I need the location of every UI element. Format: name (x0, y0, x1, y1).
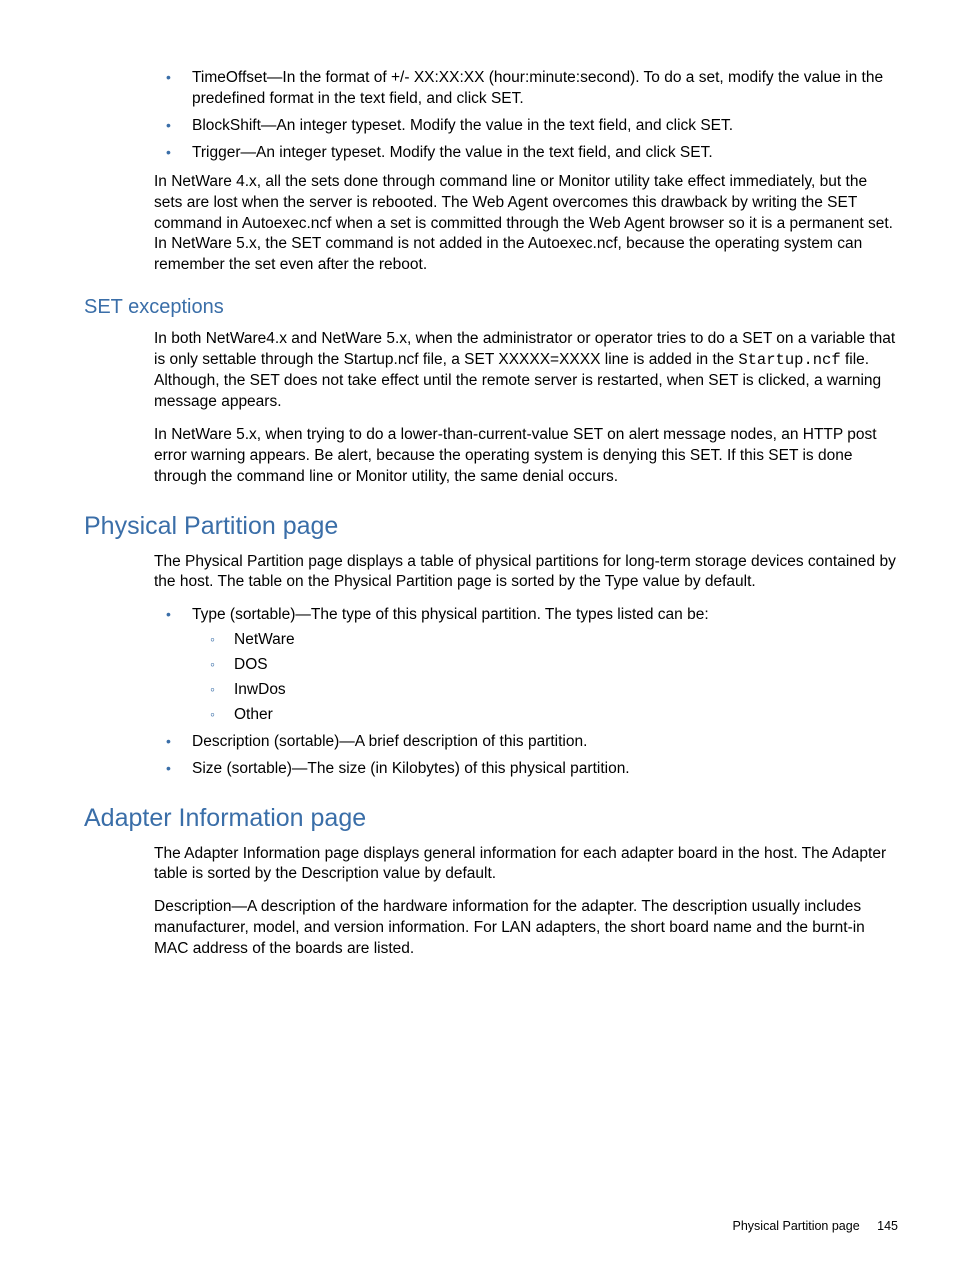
mono-text: Startup.ncf (738, 351, 840, 369)
list-item: Type (sortable)—The type of this physica… (154, 605, 898, 726)
list-item: Size (sortable)—The size (in Kilobytes) … (154, 759, 898, 780)
page-footer: Physical Partition page 145 (733, 1218, 899, 1235)
top-bullet-list: TimeOffset—In the format of +/- XX:XX:XX… (154, 68, 898, 164)
adapter-info-p2: Description—A description of the hardwar… (154, 897, 898, 960)
set-exceptions-p2: In NetWare 5.x, when trying to do a lowe… (154, 425, 898, 488)
adapter-info-heading: Adapter Information page (84, 802, 898, 836)
footer-title: Physical Partition page (733, 1219, 860, 1233)
set-exceptions-heading: SET exceptions (84, 294, 898, 321)
list-item: BlockShift—An integer typeset. Modify th… (154, 116, 898, 137)
list-item: Description (sortable)—A brief descripti… (154, 732, 898, 753)
physical-partition-heading: Physical Partition page (84, 510, 898, 544)
netware-paragraph: In NetWare 4.x, all the sets done throug… (154, 172, 898, 277)
list-item: Trigger—An integer typeset. Modify the v… (154, 143, 898, 164)
physical-partition-list: Type (sortable)—The type of this physica… (154, 605, 898, 779)
page-body: TimeOffset—In the format of +/- XX:XX:XX… (84, 68, 898, 960)
list-item: Other (192, 705, 898, 726)
list-item: NetWare (192, 630, 898, 651)
list-item: TimeOffset—In the format of +/- XX:XX:XX… (154, 68, 898, 110)
page-number: 145 (877, 1219, 898, 1233)
type-label: Type (sortable)—The type of this physica… (192, 606, 709, 623)
list-item: InwDos (192, 680, 898, 701)
physical-partition-intro: The Physical Partition page displays a t… (154, 552, 898, 594)
list-item: DOS (192, 655, 898, 676)
type-options-list: NetWare DOS InwDos Other (192, 630, 898, 726)
adapter-info-p1: The Adapter Information page displays ge… (154, 844, 898, 886)
set-exceptions-p1: In both NetWare4.x and NetWare 5.x, when… (154, 329, 898, 413)
